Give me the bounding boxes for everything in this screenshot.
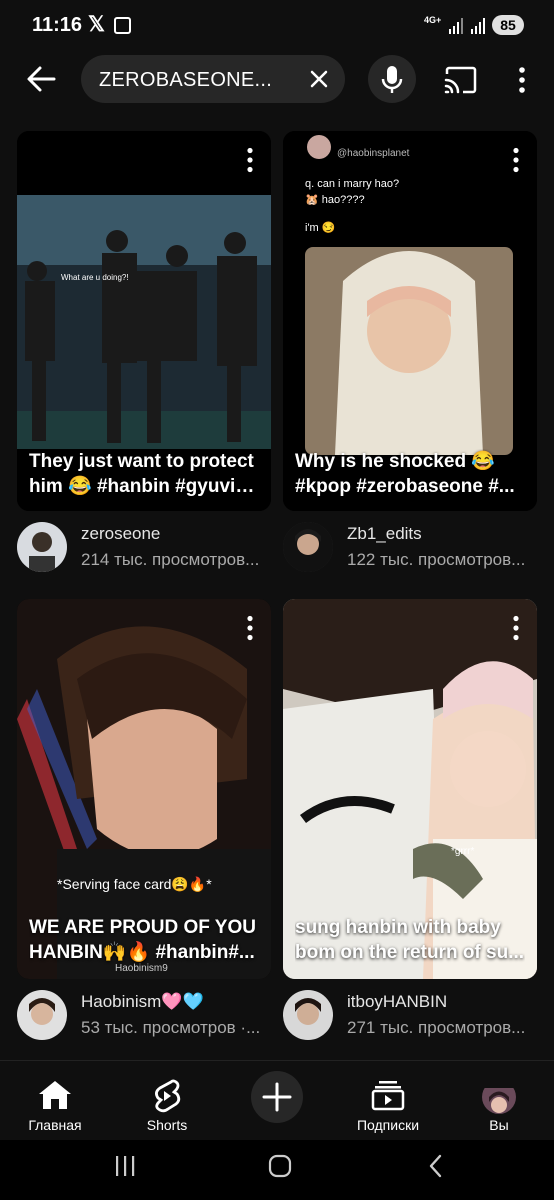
overlay-caption: *Serving face card😩🔥* [57,876,212,892]
battery-indicator: 85 [492,15,524,35]
short-card[interactable]: *Serving face card😩🔥* Haobinism9 WE ARE … [17,599,271,979]
status-bar: 11:16 𝕏 4G+ 85 [0,0,554,52]
short-card[interactable]: @haobinsplanet q. can i marry hao? 🐹 hao… [283,131,537,511]
status-time: 11:16 [32,14,83,36]
signal-icon [471,18,485,34]
plus-icon [262,1082,292,1112]
nav-shorts-label: Shorts [146,1117,188,1133]
short-meta: zeroseone 214 тыс. просмотров... [17,520,271,576]
system-navigation [0,1140,554,1200]
channel-name[interactable]: Haobinism🩷🩵 [81,992,204,1012]
overlay-caption: *grrr* [451,846,475,857]
overlay-text: q. can i marry hao? [305,178,400,190]
signal-icon [449,18,463,34]
avatar[interactable] [283,990,333,1040]
short-title: WE ARE PROUD OF YOU HANBIN🙌🔥 #hanbin#... [29,917,256,963]
more-vertical-icon[interactable] [245,147,255,173]
nav-subscriptions[interactable]: Подписки [345,1071,431,1135]
x-app-icon: 𝕏 [88,13,105,36]
screenshot-icon [114,17,131,34]
search-input[interactable]: ZEROBASEONE... [81,55,345,103]
overlay-text: 🐹 hao???? [305,194,365,206]
channel-name[interactable]: zeroseone [81,524,160,544]
view-count: 271 тыс. просмотров... [347,1018,526,1037]
overlay-text: i'm 😏 [305,222,336,234]
short-title: sung hanbin with baby bom on the return … [295,917,525,963]
voice-search-button[interactable] [368,55,416,103]
overlay-handle: @haobinsplanet [337,148,410,159]
nav-shorts[interactable]: Shorts [128,1071,206,1135]
nav-home[interactable]: Главная [16,1071,94,1135]
view-count: 122 тыс. просмотров... [347,550,526,569]
more-vertical-icon[interactable] [511,147,521,173]
short-card[interactable]: What are u doing?! They just want to pro… [17,131,271,511]
bottom-navigation: Главная Shorts Подписки Вы [0,1060,554,1140]
channel-name[interactable]: Zb1_edits [347,524,422,544]
nav-subscriptions-label: Подписки [356,1117,420,1133]
recent-apps-icon[interactable] [113,1154,137,1178]
close-icon[interactable] [307,67,331,91]
short-title: They just want to protect him 😂 #hanbin … [29,451,259,497]
nav-you-label: Вы [489,1117,509,1133]
subscriptions-icon [371,1081,405,1111]
nav-you[interactable]: Вы [468,1071,530,1135]
cast-icon[interactable] [443,65,477,95]
create-button[interactable] [251,1071,303,1123]
network-type: 4G+ [424,15,442,25]
overlay-caption: What are u doing?! [61,273,129,282]
mic-icon [381,66,403,93]
avatar [482,1080,516,1114]
short-card[interactable]: *grrr* sung hanbin with baby bom on the … [283,599,537,979]
channel-name[interactable]: itboyHANBIN [347,992,447,1012]
short-meta: itboyHANBIN 271 тыс. просмотров... [283,988,537,1044]
avatar[interactable] [283,522,333,572]
view-count: 53 тыс. просмотров ·... [81,1018,261,1037]
search-header: ZEROBASEONE... [0,52,554,110]
avatar[interactable] [17,990,67,1040]
short-meta: Haobinism🩷🩵 53 тыс. просмотров ·... [17,988,271,1044]
avatar[interactable] [17,522,67,572]
short-meta: Zb1_edits 122 тыс. просмотров... [283,520,537,576]
more-vertical-icon[interactable] [511,615,521,641]
back-button-icon[interactable] [425,1153,447,1179]
home-icon [39,1081,71,1109]
more-vertical-icon[interactable] [245,615,255,641]
shorts-icon [155,1079,181,1113]
short-title: Why is he shocked 😂 #kpop #zerobaseone #… [295,451,515,497]
view-count: 214 тыс. просмотров... [81,550,260,569]
nav-home-label: Главная [28,1117,82,1133]
search-query: ZEROBASEONE... [99,69,273,91]
home-button-icon[interactable] [267,1153,293,1179]
more-vertical-icon[interactable] [512,65,532,95]
arrow-left-icon[interactable] [24,62,58,96]
